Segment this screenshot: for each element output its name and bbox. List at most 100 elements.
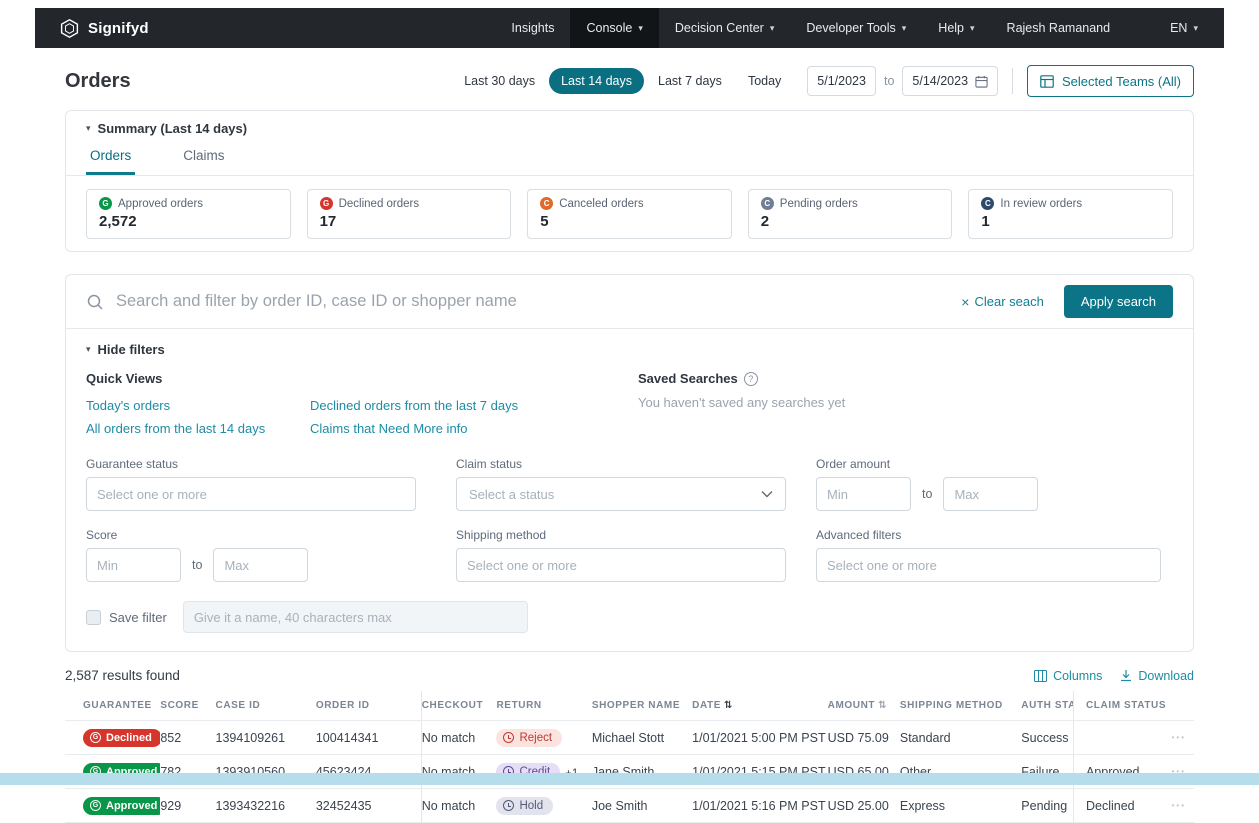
results-count: 2,587 results found (65, 668, 180, 683)
date-from-input[interactable]: 5/1/2023 (807, 66, 876, 96)
quick-view-declined-7-days[interactable]: Declined orders from the last 7 days (310, 394, 638, 417)
selected-teams-button[interactable]: Selected Teams (All) (1027, 65, 1194, 97)
quick-view-todays-orders[interactable]: Today's orders (86, 394, 294, 417)
col-header-claim-status: CLAIM STATUS (1073, 691, 1194, 721)
summary-tabs: Orders Claims (66, 142, 1193, 176)
divider (1012, 68, 1013, 94)
download-icon (1120, 669, 1132, 682)
summary-toggle[interactable]: ▾ Summary (Last 14 days) (86, 121, 1173, 136)
nav-item-user[interactable]: Rajesh Ramanand (991, 8, 1127, 48)
filter-row-1: Guarantee status Claim status Select a s… (86, 457, 1173, 511)
stat-card-canceled-orders: C Canceled orders 5 (527, 189, 732, 239)
canceled-orders-icon: C (540, 197, 553, 210)
table-row[interactable]: GApproved 929 1393432216 32452435 No mat… (65, 789, 1194, 823)
order-id-cell: 100414341 (316, 721, 421, 755)
download-button[interactable]: Download (1120, 669, 1194, 683)
score-filter: Score to (86, 528, 416, 582)
guarantee-icon: G (90, 800, 101, 811)
search-icon (86, 293, 104, 311)
save-filter-name-input[interactable] (183, 601, 528, 633)
score-max-input[interactable] (213, 548, 308, 582)
chevron-down-icon: ▾ (1193, 24, 1198, 33)
quick-views-row: Quick Views Today's orders Declined orde… (86, 371, 1173, 440)
pill-last-30-days[interactable]: Last 30 days (452, 68, 547, 94)
pill-last-7-days[interactable]: Last 7 days (646, 68, 734, 94)
search-input[interactable] (116, 292, 949, 311)
chevron-down-icon: ▾ (970, 24, 975, 33)
nav-item-help[interactable]: Help▾ (922, 8, 990, 48)
guarantee-approved-badge: GApproved (83, 797, 160, 815)
order-amount-max-input[interactable] (943, 477, 1038, 511)
brand-name: Signifyd (88, 20, 149, 37)
date-cell: 1/01/2021 5:16 PM PST (692, 789, 827, 823)
pill-last-14-days[interactable]: Last 14 days (549, 68, 644, 94)
info-icon[interactable]: ? (744, 372, 758, 386)
filter-row-2: Score to Shipping method Advanced filter… (86, 528, 1173, 582)
pill-today[interactable]: Today (736, 68, 793, 94)
hide-filters-toggle[interactable]: ▾ Hide filters (86, 342, 1173, 357)
canceled-orders-count: 5 (540, 213, 719, 230)
guarantee-declined-badge: GDeclined (83, 729, 160, 747)
claim-status-cell: Declined (1086, 799, 1135, 813)
caret-down-icon: ▾ (86, 345, 91, 354)
advanced-filters-input[interactable] (816, 548, 1161, 582)
signifyd-logo[interactable]: Signifyd (59, 18, 149, 39)
shipping-method-filter: Shipping method (456, 528, 786, 582)
clear-search-button[interactable]: × Clear seach (961, 294, 1044, 309)
columns-icon (1034, 670, 1047, 682)
date-range-pills: Last 30 days Last 14 days Last 7 days To… (452, 68, 793, 94)
return-hold-badge: Hold (496, 797, 553, 815)
declined-orders-icon: G (320, 197, 333, 210)
chevron-down-icon: ▾ (770, 24, 775, 33)
sort-icon: ⇅ (878, 700, 887, 711)
header-controls: Last 30 days Last 14 days Last 7 days To… (452, 65, 1194, 97)
saved-searches-empty-text: You haven't saved any searches yet (638, 395, 1173, 410)
quick-view-claims-need-info[interactable]: Claims that Need More info (310, 417, 638, 440)
stat-card-declined-orders: G Declined orders 17 (307, 189, 512, 239)
guarantee-status-input[interactable] (86, 477, 416, 511)
col-header-auth-status: AUTH STATUS (1021, 691, 1073, 721)
tab-orders[interactable]: Orders (86, 142, 135, 175)
col-header-date[interactable]: DATE⇅ (692, 691, 827, 721)
approved-orders-icon: G (99, 197, 112, 210)
col-header-case-id: CASE ID (216, 691, 316, 721)
declined-orders-count: 17 (320, 213, 499, 230)
order-amount-min-input[interactable] (816, 477, 911, 511)
clock-icon (503, 732, 514, 743)
stat-card-approved-orders: G Approved orders 2,572 (86, 189, 291, 239)
guarantee-icon: G (90, 732, 101, 743)
col-header-score: SCORE (160, 691, 215, 721)
row-actions-menu[interactable]: ••• (1172, 801, 1186, 810)
chevron-down-icon (761, 490, 773, 498)
quick-view-all-orders-14-days[interactable]: All orders from the last 14 days (86, 417, 294, 440)
calendar-icon (975, 75, 988, 88)
clock-icon (503, 800, 514, 811)
checkout-cell: No match (421, 721, 496, 755)
apply-search-button[interactable]: Apply search (1064, 285, 1173, 318)
in-review-orders-icon: C (981, 197, 994, 210)
save-filter-checkbox[interactable] (86, 610, 101, 625)
order-amount-filter: Order amount to (816, 457, 1161, 511)
nav-item-developer-tools[interactable]: Developer Tools▾ (790, 8, 922, 48)
tab-claims[interactable]: Claims (179, 142, 228, 175)
signifyd-logo-icon (59, 18, 80, 39)
nav-item-decision-center[interactable]: Decision Center▾ (659, 8, 790, 48)
col-header-amount[interactable]: AMOUNT⇅ (828, 691, 900, 721)
summary-cards: G Approved orders 2,572 G Declined order… (86, 189, 1173, 239)
score-min-input[interactable] (86, 548, 181, 582)
claim-status-select[interactable]: Select a status (456, 477, 786, 511)
nav-item-console[interactable]: Console▾ (570, 8, 658, 48)
search-row: × Clear seach Apply search (66, 275, 1193, 329)
table-row[interactable]: GDeclined 852 1394109261 100414341 No ma… (65, 721, 1194, 755)
nav-item-language[interactable]: EN▾ (1154, 8, 1214, 48)
date-to-input[interactable]: 5/14/2023 (902, 66, 998, 96)
bottom-strip (0, 773, 1259, 785)
save-filter-row: Save filter (86, 601, 1173, 633)
row-actions-menu[interactable]: ••• (1172, 733, 1186, 742)
saved-searches-title: Saved Searches (638, 371, 738, 386)
columns-button[interactable]: Columns (1034, 669, 1102, 683)
shipping-method-input[interactable] (456, 548, 786, 582)
sort-icon: ⇅ (724, 700, 733, 711)
nav-item-insights[interactable]: Insights (495, 8, 570, 48)
summary-section: ▾ Summary (Last 14 days) Orders Claims G… (65, 110, 1194, 252)
